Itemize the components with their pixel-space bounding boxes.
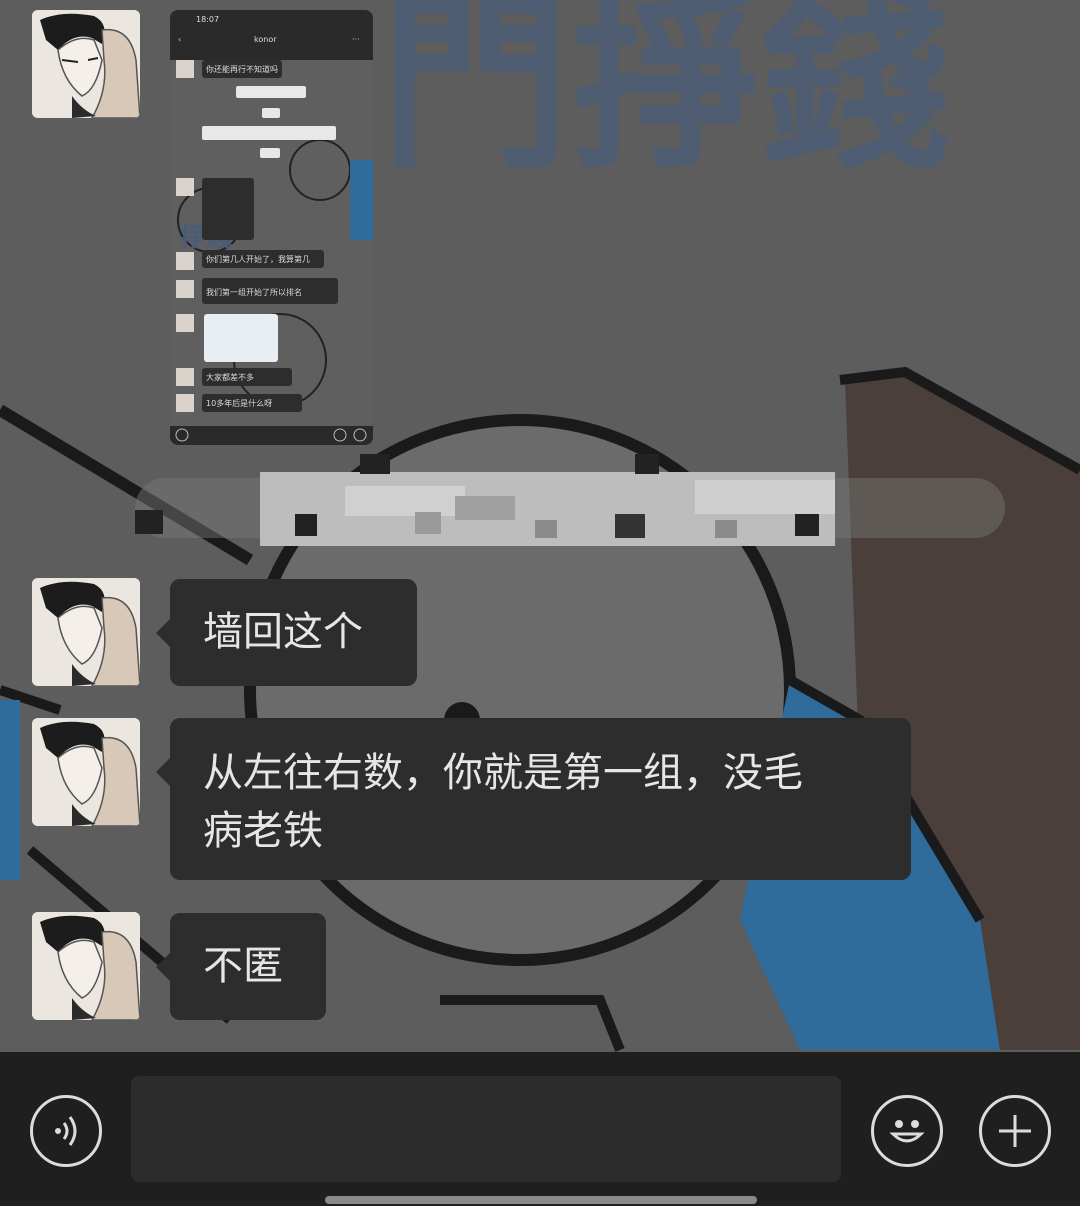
- message-text-line: 病老铁: [203, 808, 323, 854]
- avatar[interactable]: [32, 718, 140, 826]
- message-text: 墙回这个: [203, 609, 363, 655]
- message-input[interactable]: [131, 1076, 841, 1182]
- mini-status-time: 18:07: [196, 15, 219, 24]
- mini-message: 你还能再行不知道吗: [206, 64, 278, 74]
- plus-icon: [999, 1115, 1031, 1147]
- chat-wallpaper: 門掙錢: [0, 0, 1080, 1206]
- home-indicator: [325, 1196, 757, 1204]
- message-bubble[interactable]: 从左往右数，你就是第一组，没毛 病老铁: [156, 718, 911, 880]
- shared-screenshot-image[interactable]: 18:07 ‹ konor ··· 掙錢: [170, 10, 373, 445]
- avatar-image: [32, 912, 140, 1020]
- avatar-image: [32, 10, 140, 118]
- blurred-system-message: [135, 454, 1005, 546]
- avatar[interactable]: [32, 912, 140, 1020]
- message-bubble[interactable]: 墙回这个: [156, 579, 417, 686]
- mini-message: 我们第一组开始了所以排名: [206, 287, 302, 297]
- mini-title: konor: [254, 35, 277, 44]
- chat-input-bar: [0, 1052, 1080, 1206]
- voice-icon: [55, 1116, 77, 1146]
- mini-more-icon: ···: [352, 35, 360, 44]
- emoji-icon: [889, 1120, 925, 1143]
- mini-message: 10多年后是什么呀: [206, 398, 272, 408]
- plus-button[interactable]: [979, 1095, 1051, 1167]
- avatar-image: [32, 578, 140, 686]
- avatar[interactable]: [32, 578, 140, 686]
- mini-message: 你们第几人开始了，我算第几: [206, 254, 310, 264]
- wallpaper-text: 門掙錢: [380, 0, 950, 195]
- emoji-button[interactable]: [871, 1095, 943, 1167]
- message-text-line: 从左往右数，你就是第一组，没毛: [203, 750, 803, 796]
- mini-message: 大家都差不多: [206, 372, 254, 382]
- mini-back-icon: ‹: [178, 35, 181, 44]
- message-bubble[interactable]: 不匿: [156, 913, 326, 1020]
- message-text: 不匿: [203, 943, 283, 989]
- avatar-image: [32, 718, 140, 826]
- voice-button[interactable]: [30, 1095, 102, 1167]
- avatar[interactable]: [32, 10, 140, 118]
